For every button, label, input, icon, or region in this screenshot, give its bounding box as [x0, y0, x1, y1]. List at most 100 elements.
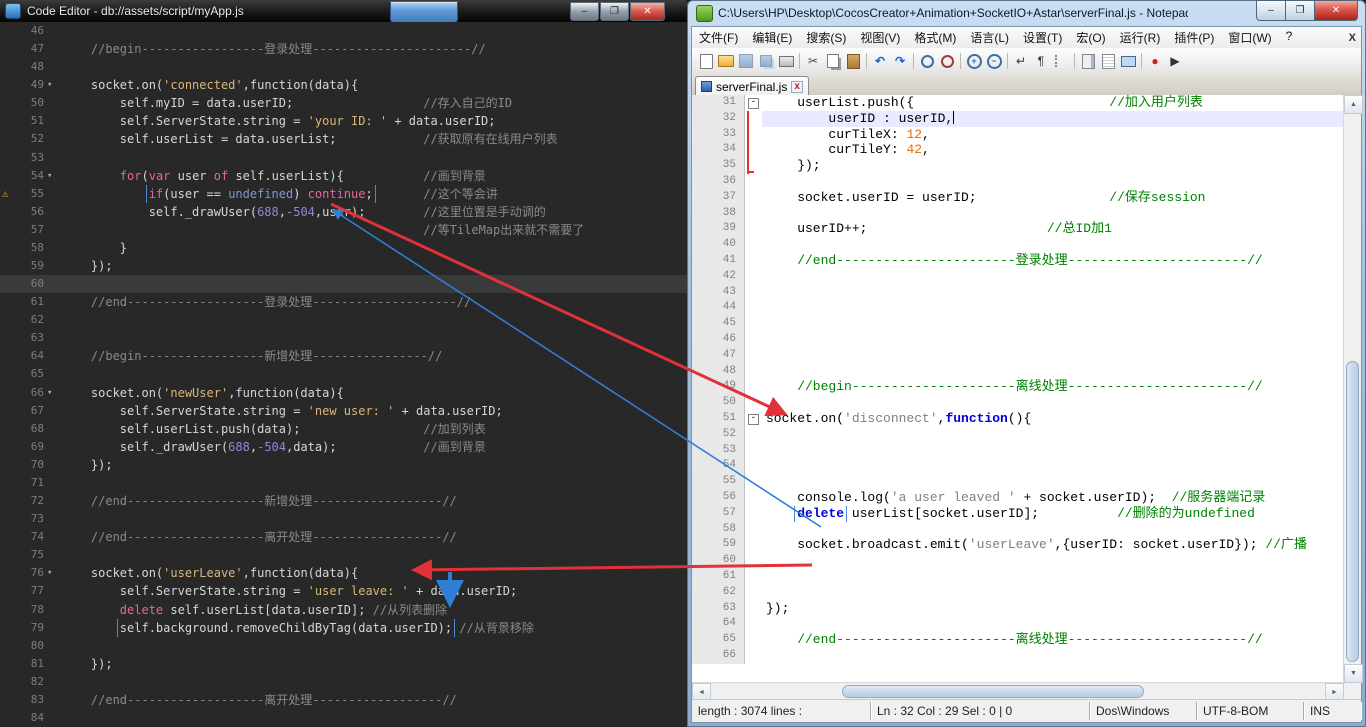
fold-margin	[745, 379, 762, 396]
code-token: 42	[906, 142, 923, 158]
right-editor-lines: 31- userList.push({ //加入用户列表 32 userID : …	[692, 95, 1344, 683]
code-line: 73	[0, 510, 687, 528]
close-button[interactable]: ✕	[630, 2, 665, 21]
open-folder-icon[interactable]	[717, 52, 735, 70]
tab-serverfinal[interactable]: serverFinal.js x	[695, 76, 809, 96]
fold-box-icon[interactable]: -	[748, 413, 759, 425]
code-token: //end-----------------------离线处理--------…	[766, 632, 1263, 648]
status-segment-0: length : 3074 lines :	[692, 702, 871, 720]
cut-icon: ✂	[807, 54, 819, 68]
right-window-title: C:\Users\HP\Desktop\CocosCreator+Animati…	[718, 6, 1188, 20]
horizontal-scroll-thumb[interactable]	[842, 685, 1144, 698]
code-token: //begin-----------------新增处理------------…	[62, 349, 443, 364]
horizontal-scrollbar[interactable]: ◄ ►	[692, 682, 1344, 702]
tab-close-icon[interactable]: x	[791, 80, 803, 93]
line-gutter: 47	[0, 40, 62, 58]
line-number: 76	[30, 566, 44, 580]
copy-icon[interactable]	[824, 52, 842, 70]
code-editor-icon	[5, 3, 21, 19]
find-icon[interactable]	[918, 52, 936, 70]
show-all-chars-icon[interactable]: ¶	[1032, 52, 1050, 70]
record-macro-icon[interactable]: ●	[1146, 52, 1164, 70]
menu-item-5[interactable]: 语言(L)	[963, 27, 1016, 48]
toolbar-separator	[960, 53, 961, 69]
code-token: self.ServerState.string =	[62, 584, 308, 599]
menu-item-0[interactable]: 文件(F)	[692, 27, 745, 48]
doc-map-icon[interactable]	[1079, 52, 1097, 70]
undo-icon[interactable]: ↶	[871, 52, 889, 70]
close-button[interactable]: ✕	[1314, 0, 1358, 21]
line-number: 82	[30, 674, 44, 688]
maximize-button[interactable]: ❐	[600, 2, 629, 21]
menu-item-1[interactable]: 编辑(E)	[745, 27, 799, 48]
function-list-icon[interactable]	[1099, 52, 1117, 70]
menu-item-3[interactable]: 视图(V)	[853, 27, 907, 48]
menu-item-8[interactable]: 运行(R)	[1113, 27, 1168, 48]
code-line: 79 self.background.removeChildByTag(data…	[0, 618, 687, 637]
fold-margin	[745, 347, 762, 364]
code-token: self.background.removeChildByTag(data.us…	[119, 620, 453, 635]
menu-item-2[interactable]: 搜索(S)	[799, 27, 853, 48]
scroll-up-icon[interactable]: ▲	[1344, 95, 1363, 114]
menu-close-icon[interactable]: X	[1349, 32, 1356, 44]
left-editor-area[interactable]: 46 47 //begin-----------------登录处理-------…	[0, 22, 687, 727]
save-icon[interactable]	[737, 52, 755, 70]
text-caret	[953, 110, 955, 124]
fold-arrow-icon[interactable]: ▾	[47, 564, 52, 582]
cut-icon[interactable]: ✂	[804, 52, 822, 70]
paste-icon[interactable]	[844, 52, 862, 70]
minimize-button[interactable]: –	[1256, 0, 1285, 21]
fold-box-icon[interactable]: -	[748, 98, 759, 109]
new-file-icon[interactable]	[697, 52, 715, 70]
code-text: curTileY: 42,	[762, 142, 1344, 158]
line-number: 77	[30, 584, 44, 598]
code-line: 83 //end-------------------离开处理---------…	[0, 691, 687, 709]
right-editor-area[interactable]: 31- userList.push({ //加入用户列表 32 userID : …	[692, 95, 1363, 702]
indent-guide-icon[interactable]	[1052, 52, 1070, 70]
fold-arrow-icon[interactable]: ▾	[47, 384, 52, 402]
scroll-down-icon[interactable]: ▼	[1344, 664, 1363, 683]
left-title-bar[interactable]: Code Editor - db://assets/script/myApp.j…	[0, 0, 687, 23]
toolbar-separator	[799, 53, 800, 69]
line-number: 47	[30, 42, 44, 56]
line-gutter: ⚠ 55	[0, 185, 62, 203]
redo-icon[interactable]: ↷	[891, 52, 909, 70]
line-gutter: 81	[0, 655, 62, 673]
code-line: 65 //end-----------------------离线处理-----…	[692, 632, 1344, 648]
fold-margin	[745, 110, 762, 127]
code-text: //end-----------------------离线处理--------…	[762, 632, 1344, 648]
status-segment-4[interactable]: INS	[1304, 702, 1361, 720]
monitor-icon[interactable]	[1119, 52, 1137, 70]
minimize-button[interactable]: –	[570, 2, 599, 21]
zoom-out-icon[interactable]: −	[985, 52, 1003, 70]
menu-item-10[interactable]: 窗口(W)	[1221, 27, 1278, 48]
play-macro-icon[interactable]: ▶	[1166, 52, 1184, 70]
menu-item-7[interactable]: 宏(O)	[1069, 27, 1112, 48]
zoom-in-icon[interactable]: +	[965, 52, 983, 70]
code-token: userID++;	[766, 221, 1047, 237]
word-wrap-icon[interactable]: ↵	[1012, 52, 1030, 70]
fold-margin	[745, 237, 762, 253]
vertical-scroll-thumb[interactable]	[1346, 361, 1359, 662]
menu-item-6[interactable]: 设置(T)	[1016, 27, 1069, 48]
code-token: undefined	[228, 186, 294, 201]
code-line: 47 //begin-----------------登录处理---------…	[0, 40, 687, 58]
code-token: self.userList){	[228, 168, 424, 183]
line-number: 64	[30, 349, 44, 363]
doc-map-icon	[1081, 53, 1095, 69]
line-gutter: 59	[0, 257, 62, 275]
print-icon[interactable]	[777, 52, 795, 70]
right-title-bar[interactable]: C:\Users\HP\Desktop\CocosCreator+Animati…	[687, 0, 1366, 26]
vertical-scrollbar[interactable]: ▲ ▼	[1343, 95, 1363, 683]
save-all-icon[interactable]	[757, 52, 775, 70]
menu-item-9[interactable]: 插件(P)	[1167, 27, 1221, 48]
code-token: delete	[119, 602, 164, 617]
fold-arrow-icon[interactable]: ▾	[47, 76, 52, 94]
fold-arrow-icon[interactable]: ▾	[47, 167, 52, 185]
line-gutter: 67	[0, 402, 62, 420]
menu-item-4[interactable]: 格式(M)	[907, 27, 963, 48]
maximize-button[interactable]: ❐	[1285, 0, 1314, 21]
replace-icon[interactable]	[938, 52, 956, 70]
menu-item-11[interactable]: ?	[1279, 27, 1300, 48]
